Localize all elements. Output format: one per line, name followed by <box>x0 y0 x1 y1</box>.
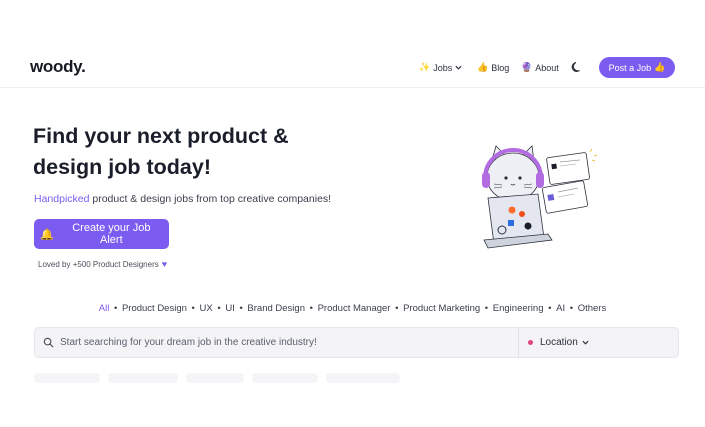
location-label: Location <box>540 337 578 348</box>
category-engineering[interactable]: Engineering <box>493 303 544 314</box>
subtitle-text: product & design jobs from top creative … <box>89 193 332 205</box>
hero-subtitle: Handpicked product & design jobs from to… <box>34 193 331 205</box>
category-filter: All • Product Design • UX • UI • Brand D… <box>0 303 705 314</box>
location-dropdown[interactable]: Location <box>528 328 589 357</box>
nav-about[interactable]: 🔮 About <box>521 62 559 73</box>
moon-icon[interactable] <box>571 61 583 73</box>
filter-chip-placeholder[interactable] <box>252 373 318 383</box>
post-job-label: Post a Job <box>608 62 652 73</box>
separator: • <box>236 303 246 314</box>
thumbs-up-icon: 👍 <box>477 62 489 72</box>
crystal-ball-icon: 🔮 <box>521 62 533 72</box>
sparkles-icon: ✨ <box>419 62 431 72</box>
category-brand-design[interactable]: Brand Design <box>247 303 305 314</box>
loved-by-text: Loved by +500 Product Designers <box>38 259 159 269</box>
nav-about-label: About <box>535 62 559 73</box>
site-header: woody. ✨ Jobs 👍 Blog 🔮 About Post a Job … <box>0 0 705 88</box>
nav-blog-label: Blog <box>491 62 510 73</box>
category-product-marketing[interactable]: Product Marketing <box>403 303 480 314</box>
separator: • <box>306 303 316 314</box>
laptop-illustration <box>483 193 553 249</box>
separator: • <box>111 303 120 314</box>
filter-chip-placeholder[interactable] <box>108 373 178 383</box>
cat-illustration <box>482 145 544 202</box>
bell-icon: 🔔 <box>40 228 54 241</box>
separator: • <box>214 303 224 314</box>
search-input[interactable] <box>60 337 500 348</box>
filter-chip-placeholder[interactable] <box>186 373 244 383</box>
chevron-down-icon <box>455 65 462 70</box>
search-bar: Location <box>34 327 679 358</box>
nav-jobs[interactable]: ✨ Jobs <box>419 62 462 73</box>
category-product-manager[interactable]: Product Manager <box>318 303 391 314</box>
nav-blog[interactable]: 👍 Blog <box>477 62 509 73</box>
create-job-alert-button[interactable]: 🔔 Create your Job Alert <box>34 219 169 249</box>
heart-icon: ♥ <box>161 259 168 269</box>
thumbs-up-icon: 👍 <box>654 62 666 72</box>
separator: • <box>188 303 198 314</box>
nav-jobs-label: Jobs <box>433 62 453 73</box>
location-pin-icon <box>528 340 533 345</box>
logo[interactable]: woody. <box>30 57 86 77</box>
separator: • <box>482 303 491 314</box>
loved-by-note: Loved by +500 Product Designers ♥ <box>38 259 167 269</box>
separator: • <box>545 303 555 314</box>
category-product-design[interactable]: Product Design <box>122 303 187 314</box>
chevron-down-icon <box>582 340 589 345</box>
cat-laptop-illustration <box>482 145 598 249</box>
job-card-illustration <box>541 148 598 214</box>
hero-title: Find your next product & design job toda… <box>33 124 289 179</box>
create-job-alert-label: Create your Job Alert <box>72 222 151 246</box>
separator: • <box>567 303 576 314</box>
post-job-button[interactable]: Post a Job 👍 <box>599 57 675 78</box>
category-ai[interactable]: AI <box>556 303 565 314</box>
search-icon <box>43 337 54 348</box>
filter-chip-placeholder[interactable] <box>326 373 400 383</box>
subtitle-accent: Handpicked <box>34 193 90 205</box>
category-others[interactable]: Others <box>578 303 607 314</box>
category-all[interactable]: All <box>99 303 110 314</box>
separator: • <box>392 303 402 314</box>
filter-chip-placeholder[interactable] <box>34 373 100 383</box>
category-ui[interactable]: UI <box>225 303 235 314</box>
divider <box>518 328 519 357</box>
category-ux[interactable]: UX <box>200 303 213 314</box>
